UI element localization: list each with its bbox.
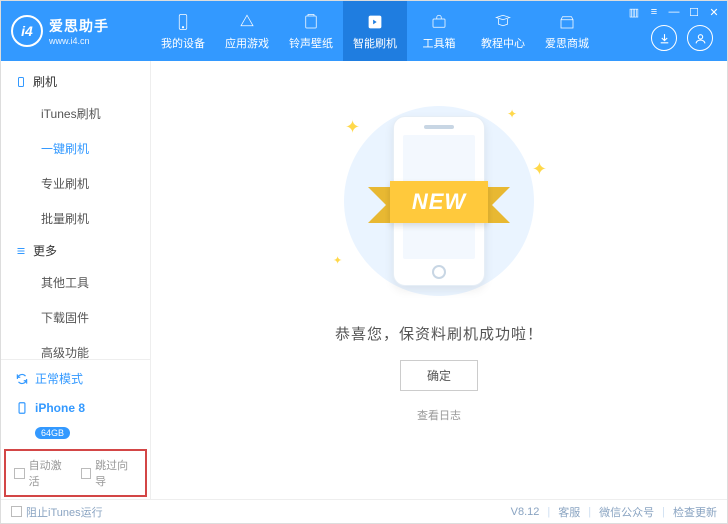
sidebar-scroll: 刷机 iTunes刷机 一键刷机 专业刷机 批量刷机 更多 其他工具 下载固件 … (1, 61, 150, 359)
download-button[interactable] (651, 25, 677, 51)
sparkle-icon: ✦ (333, 254, 342, 267)
book-icon (493, 12, 513, 32)
body: 刷机 iTunes刷机 一键刷机 专业刷机 批量刷机 更多 其他工具 下载固件 … (1, 61, 727, 499)
ribbon-text: NEW (390, 181, 488, 223)
success-text: 恭喜您，保资料刷机成功啦！ (335, 323, 543, 344)
footer-link-wechat[interactable]: 微信公众号 (599, 504, 654, 520)
nav-label: 爱思商城 (545, 35, 589, 51)
toolbox-icon (429, 12, 449, 32)
section-head-flash: 刷机 (1, 67, 150, 96)
nav-apps[interactable]: 应用游戏 (215, 1, 279, 61)
nav-label: 教程中心 (481, 35, 525, 51)
storage-badge: 64GB (35, 427, 70, 439)
header-right (651, 25, 713, 51)
logo-icon: i4 (11, 15, 43, 47)
block-itunes-checkbox[interactable]: 阻止iTunes运行 (11, 504, 103, 520)
device-row[interactable]: iPhone 8 (1, 397, 150, 425)
apps-icon (237, 12, 257, 32)
sidebar-item-pro[interactable]: 专业刷机 (1, 166, 150, 201)
footer-right: V8.12 | 客服 | 微信公众号 | 检查更新 (511, 504, 717, 520)
menu-lines-icon (15, 245, 27, 257)
menu-button[interactable]: ≡ (647, 5, 661, 19)
sidebar-item-batch[interactable]: 批量刷机 (1, 201, 150, 236)
success-illustration: ✦ ✦ ✦ ✦ NEW (319, 101, 559, 301)
nav-label: 工具箱 (423, 35, 456, 51)
device-phone-icon (15, 401, 29, 415)
sidebar-item-firmware[interactable]: 下载固件 (1, 300, 150, 335)
brand-name: 爱思助手 (49, 16, 109, 36)
skip-guide-checkbox[interactable]: 跳过向导 (81, 457, 138, 489)
user-button[interactable] (687, 25, 713, 51)
brand-text: 爱思助手 www.i4.cn (49, 16, 109, 46)
bottom-options: 自动激活 跳过向导 (4, 449, 147, 497)
sidebar-item-itunes[interactable]: iTunes刷机 (1, 96, 150, 131)
window-controls: ▥ ≡ — ☐ ✕ (627, 5, 721, 19)
maximize-button[interactable]: ☐ (687, 5, 701, 19)
skin-button[interactable]: ▥ (627, 5, 641, 19)
nav-label: 智能刷机 (353, 35, 397, 51)
nav-device[interactable]: 我的设备 (151, 1, 215, 61)
sidebar-item-advanced[interactable]: 高级功能 (1, 335, 150, 359)
footer-link-update[interactable]: 检查更新 (673, 504, 717, 520)
ok-button[interactable]: 确定 (400, 360, 478, 391)
app-window: i4 爱思助手 www.i4.cn 我的设备 应用游戏 铃声壁纸 智能刷机 (0, 0, 728, 524)
sidebar-item-other[interactable]: 其他工具 (1, 265, 150, 300)
shop-icon (557, 12, 577, 32)
minimize-button[interactable]: — (667, 5, 681, 19)
sparkle-icon: ✦ (507, 107, 517, 121)
footer: 阻止iTunes运行 V8.12 | 客服 | 微信公众号 | 检查更新 (1, 499, 727, 523)
sparkle-icon: ✦ (345, 117, 360, 138)
footer-link-support[interactable]: 客服 (558, 504, 580, 520)
section-head-more: 更多 (1, 236, 150, 265)
sidebar: 刷机 iTunes刷机 一键刷机 专业刷机 批量刷机 更多 其他工具 下载固件 … (1, 61, 151, 499)
mode-row[interactable]: 正常模式 (1, 360, 150, 397)
logo-block: i4 爱思助手 www.i4.cn (1, 15, 151, 47)
nav-label: 铃声壁纸 (289, 35, 333, 51)
version-label: V8.12 (511, 506, 540, 518)
mode-label: 正常模式 (35, 370, 83, 387)
main-panel: ✦ ✦ ✦ ✦ NEW 恭喜您，保资料刷机成功啦！ 确定 查看日志 (151, 61, 727, 499)
section-title: 刷机 (33, 73, 57, 90)
view-log-link[interactable]: 查看日志 (417, 407, 461, 423)
phone-icon (173, 12, 193, 32)
nav-label: 应用游戏 (225, 35, 269, 51)
nav-label: 我的设备 (161, 35, 205, 51)
nav-flash[interactable]: 智能刷机 (343, 1, 407, 61)
header: i4 爱思助手 www.i4.cn 我的设备 应用游戏 铃声壁纸 智能刷机 (1, 1, 727, 61)
music-icon (301, 12, 321, 32)
phone-outline-icon (15, 76, 27, 88)
refresh-icon (15, 372, 29, 386)
device-area: 正常模式 iPhone 8 64GB 自动激活 跳过向导 (1, 359, 150, 499)
section-title: 更多 (33, 242, 57, 259)
close-button[interactable]: ✕ (707, 5, 721, 19)
nav-tutorial[interactable]: 教程中心 (471, 1, 535, 61)
sidebar-item-onekey[interactable]: 一键刷机 (1, 131, 150, 166)
nav-tools[interactable]: 工具箱 (407, 1, 471, 61)
top-nav: 我的设备 应用游戏 铃声壁纸 智能刷机 工具箱 教程中心 (151, 1, 599, 61)
brand-site: www.i4.cn (49, 36, 109, 46)
nav-ring[interactable]: 铃声壁纸 (279, 1, 343, 61)
new-ribbon: NEW (390, 181, 488, 223)
sparkle-icon: ✦ (532, 159, 547, 180)
auto-activate-checkbox[interactable]: 自动激活 (14, 457, 71, 489)
device-name: iPhone 8 (35, 401, 85, 415)
nav-mall[interactable]: 爱思商城 (535, 1, 599, 61)
flash-icon (365, 12, 385, 32)
